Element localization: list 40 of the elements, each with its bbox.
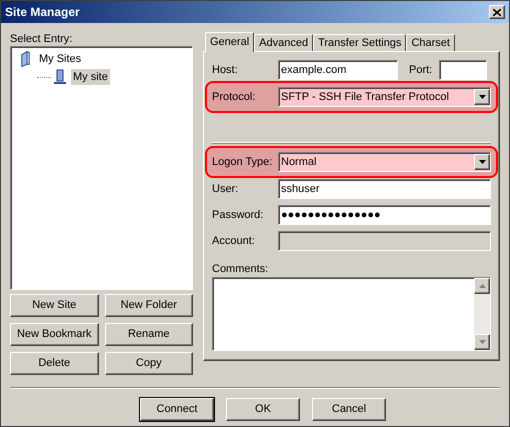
dropdown[interactable]: Normal bbox=[278, 152, 491, 172]
tab[interactable]: General bbox=[205, 32, 254, 52]
window-title: Site Manager bbox=[5, 4, 81, 21]
tab[interactable]: Transfer Settings bbox=[313, 34, 406, 51]
tab[interactable]: Charset bbox=[406, 34, 455, 51]
tree-item[interactable]: My Sites bbox=[37, 50, 84, 68]
tree-item[interactable]: My site bbox=[71, 68, 110, 86]
field-label: Logon Type: bbox=[212, 154, 274, 170]
dialog-button[interactable]: New Bookmark bbox=[10, 323, 98, 346]
field-label: Host: bbox=[212, 62, 239, 78]
text-field[interactable]: ●●●●●●●●●●●●●●● bbox=[278, 205, 491, 225]
site-tree[interactable]: My Sites My site bbox=[10, 46, 193, 290]
dialog-button[interactable]: OK bbox=[226, 398, 300, 421]
field-label: Protocol: bbox=[212, 90, 256, 105]
tab[interactable]: Advanced bbox=[254, 34, 314, 51]
server-icon bbox=[53, 69, 67, 85]
field-label: Password: bbox=[212, 208, 264, 223]
field-label: User: bbox=[212, 182, 240, 197]
folder-icon bbox=[21, 51, 30, 67]
dialog-button[interactable]: Connect bbox=[140, 398, 214, 421]
dialog-button[interactable]: New Folder bbox=[104, 294, 193, 317]
comments-field[interactable] bbox=[212, 277, 491, 351]
dialog-button[interactable]: Rename bbox=[104, 323, 193, 346]
scroll-down-icon[interactable] bbox=[474, 334, 490, 350]
dialog-button[interactable]: Cancel bbox=[312, 398, 386, 421]
text-field[interactable]: sshuser bbox=[278, 179, 491, 199]
field-label: Account: bbox=[212, 234, 256, 249]
dropdown[interactable]: SFTP - SSH File Transfer Protocol bbox=[278, 87, 491, 107]
field-label: Port: bbox=[409, 62, 434, 78]
host-field[interactable]: example.com bbox=[278, 60, 398, 80]
comments-label: Comments: bbox=[212, 262, 270, 277]
close-button[interactable] bbox=[489, 5, 505, 19]
scrollbar[interactable] bbox=[474, 278, 490, 350]
close-icon bbox=[493, 8, 501, 16]
scroll-up-icon[interactable] bbox=[474, 278, 490, 294]
dialog-button[interactable]: Delete bbox=[10, 352, 98, 375]
port-field[interactable] bbox=[439, 60, 487, 80]
dialog-button[interactable]: Copy bbox=[104, 352, 193, 375]
dialog-button[interactable]: New Site bbox=[10, 294, 98, 317]
select-entry-label: Select Entry: bbox=[10, 32, 74, 46]
